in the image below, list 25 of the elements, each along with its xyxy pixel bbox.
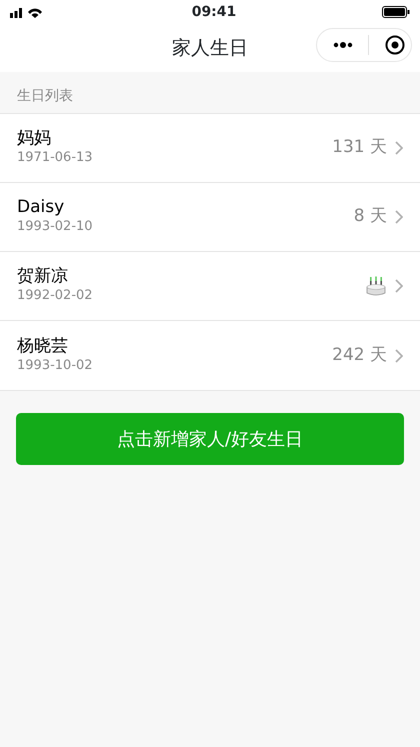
person-name: 妈妈 bbox=[17, 128, 52, 148]
days-until-birthday: 131 天 bbox=[332, 136, 387, 160]
person-name: 杨晓芸 bbox=[17, 336, 69, 356]
person-name: 贺新凉 bbox=[17, 266, 69, 286]
days-until-birthday: 242 天 bbox=[332, 344, 387, 367]
cake-icon bbox=[365, 275, 387, 297]
chevron-right-icon bbox=[395, 348, 403, 362]
birth-date: 1971-06-13 bbox=[17, 149, 94, 168]
chevron-right-icon bbox=[395, 279, 403, 293]
section-title: 生日列表 bbox=[17, 88, 73, 104]
birthday-list-item[interactable]: 妈妈 1971-06-13 131 天 bbox=[0, 114, 420, 183]
battery-icon bbox=[382, 6, 410, 18]
birth-date: 1993-02-10 bbox=[17, 218, 94, 236]
chevron-right-icon bbox=[395, 141, 403, 155]
chevron-right-icon bbox=[395, 210, 403, 224]
more-icon[interactable] bbox=[333, 41, 353, 49]
page-title: 家人生日 bbox=[172, 36, 248, 61]
birth-date: 1993-10-02 bbox=[17, 356, 94, 375]
birth-date: 1992-02-02 bbox=[17, 287, 94, 306]
birthday-list-item[interactable]: Daisy 1993-02-10 8 天 bbox=[0, 183, 420, 252]
person-name: Daisy bbox=[17, 197, 66, 218]
birthday-list-item[interactable]: 杨晓芸 1993-10-02 242 天 bbox=[0, 321, 420, 390]
birthday-list-item[interactable]: 贺新凉 1992-02-02 bbox=[0, 252, 420, 321]
status-time: 09:41 bbox=[192, 2, 236, 22]
days-until-birthday: 8 天 bbox=[354, 205, 387, 228]
